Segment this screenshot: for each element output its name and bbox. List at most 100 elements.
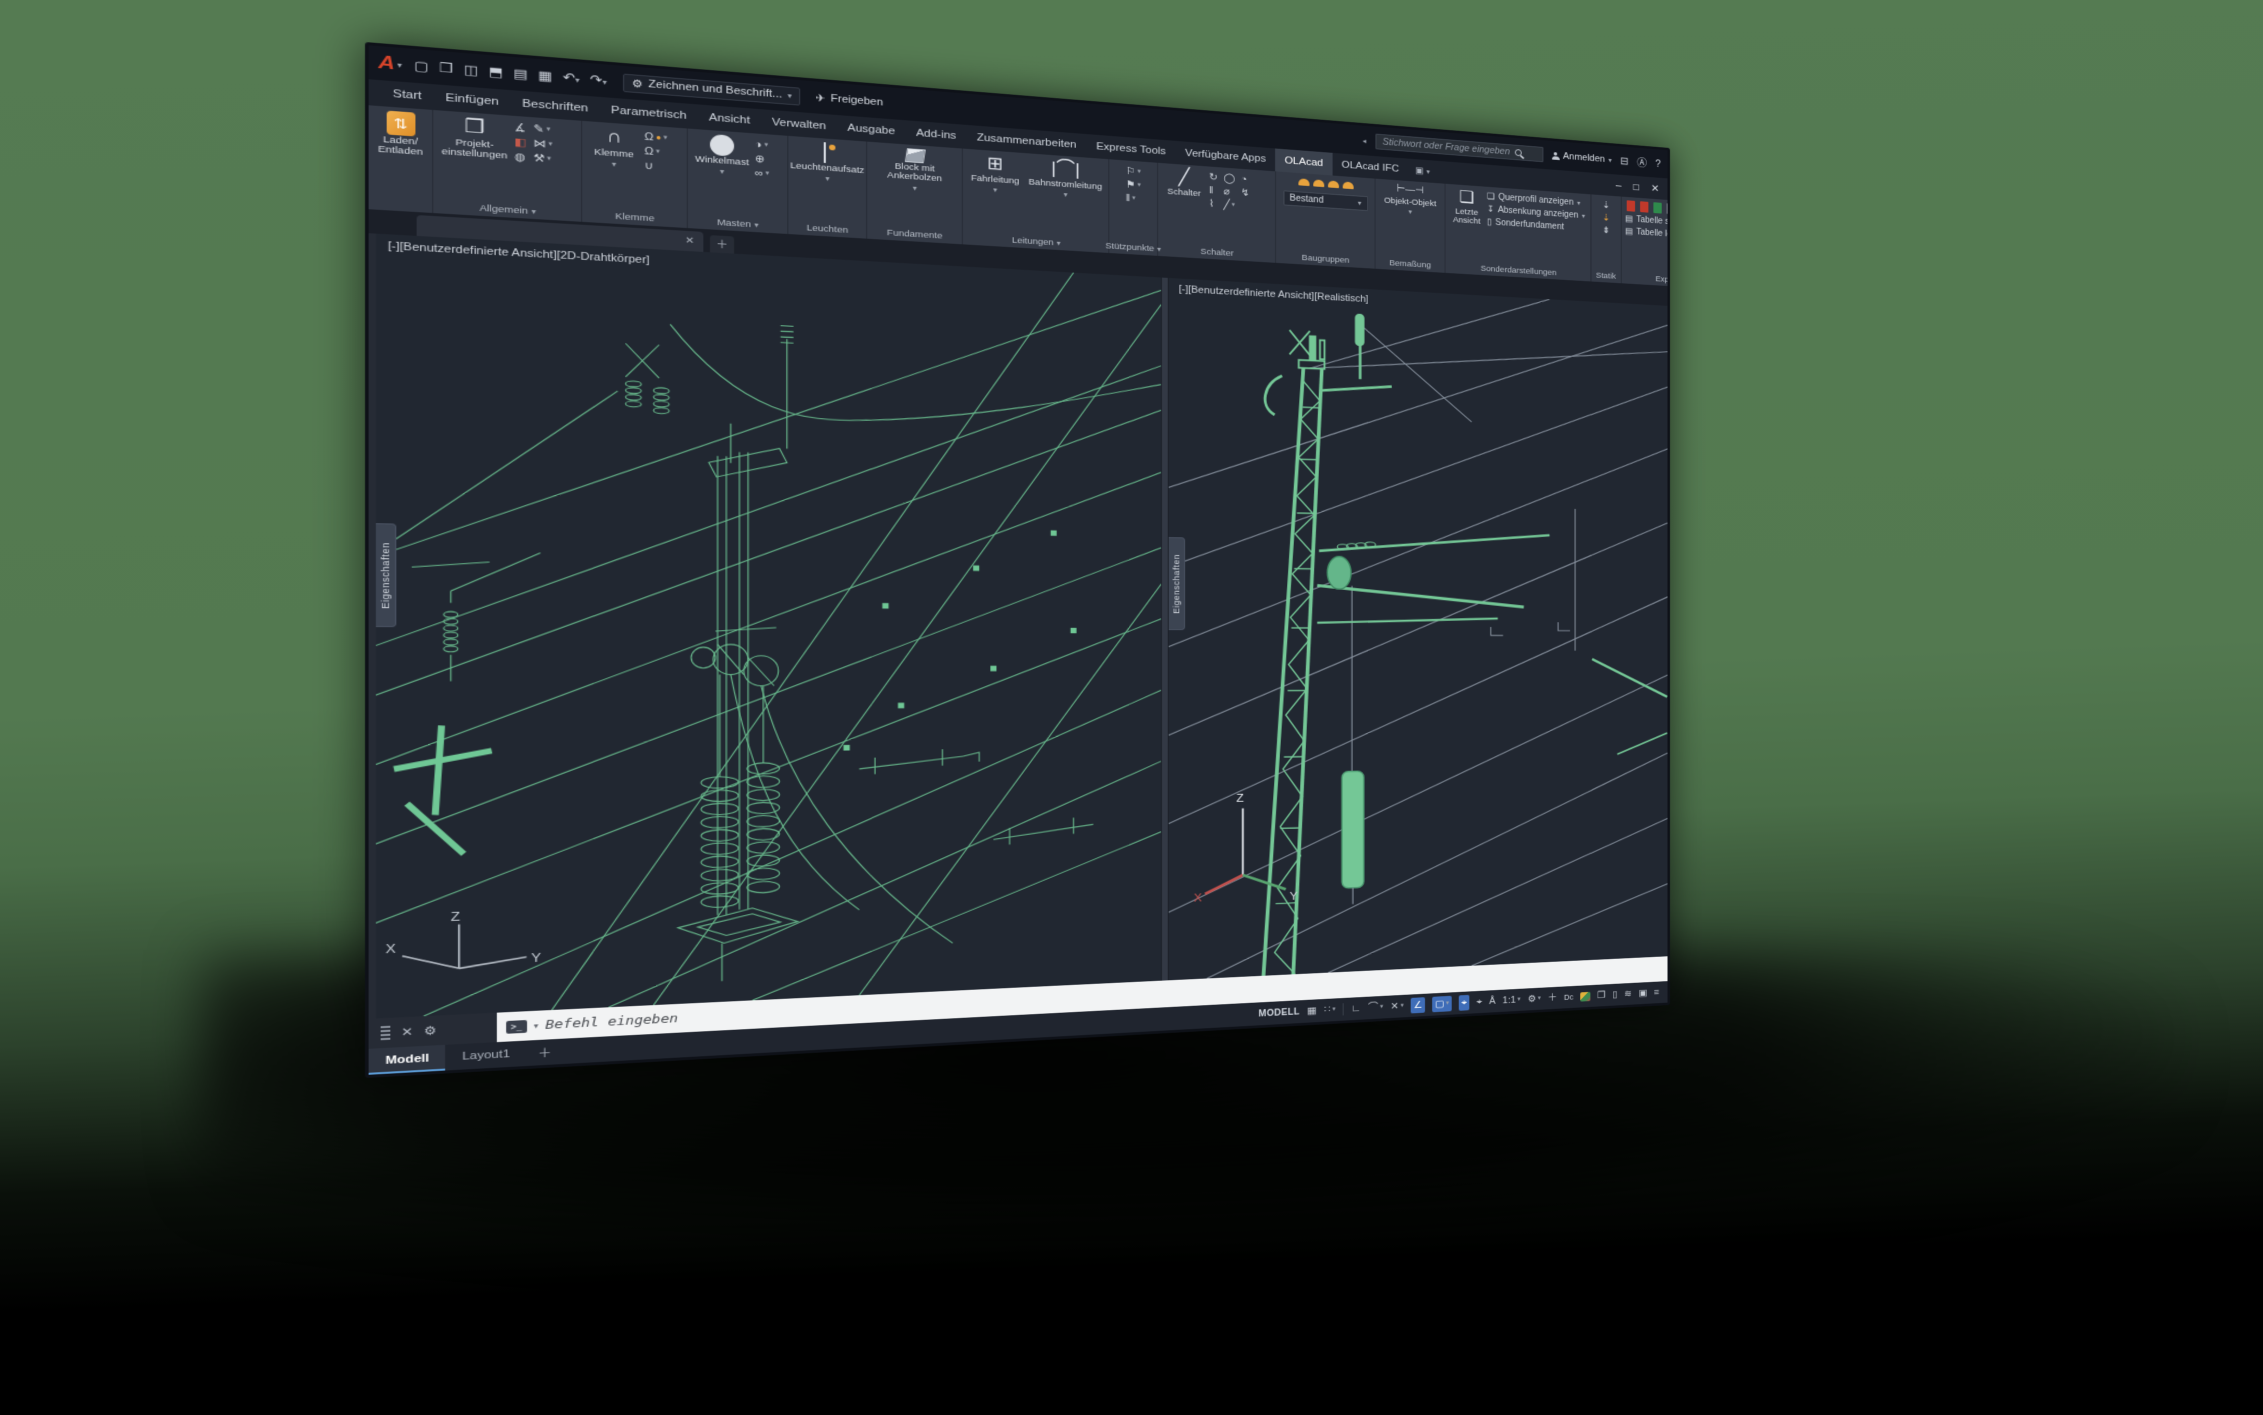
- open-file-icon[interactable]: ❒: [439, 60, 453, 77]
- maximize-icon[interactable]: □: [1633, 181, 1639, 193]
- grid-display-icon[interactable]: ▦: [1307, 1004, 1317, 1019]
- search-icon[interactable]: [1515, 149, 1522, 156]
- redo-icon[interactable]: ↷▾: [590, 72, 607, 89]
- klemme-button[interactable]: ∩ Klemme ▾: [587, 125, 641, 171]
- snap-mode-icon[interactable]: ∷▾: [1324, 1003, 1336, 1018]
- prompt-icon[interactable]: >_: [506, 1020, 526, 1034]
- workspace-gear-icon[interactable]: ⚙▾: [1528, 992, 1541, 1006]
- bahnstromleitung-button[interactable]: |⌒| Bahnstromleitung ▾: [1026, 157, 1104, 202]
- measure-tool-icon[interactable]: ∡: [514, 122, 526, 135]
- ankerbolzen-button[interactable]: Block mit Ankerbolzen ▾: [871, 146, 957, 195]
- collapse-arrow-icon[interactable]: ◂: [1362, 136, 1366, 144]
- viewport-wireframe[interactable]: [-][Benutzerdefinierte Ansicht][2D-Draht…: [376, 234, 1162, 1019]
- snap-tracking-icon[interactable]: ⌖: [1459, 995, 1470, 1011]
- isolate-objects-icon[interactable]: ❐: [1597, 989, 1605, 1003]
- undo-icon[interactable]: ↶▾: [563, 70, 580, 87]
- edit-mast-icon[interactable]: ⊕: [755, 153, 769, 165]
- ribbon-display-toggle[interactable]: ▣ ▾: [1408, 159, 1437, 184]
- filter-icon[interactable]: ≋: [1624, 987, 1632, 1001]
- close-icon[interactable]: ✕: [1651, 182, 1659, 194]
- projekteinstellungen-button[interactable]: ❒ Projekt- einstellungen: [438, 114, 511, 162]
- double-mast-icon[interactable]: ∞▾: [755, 168, 769, 180]
- half-mast-icon[interactable]: ◑▾: [755, 139, 769, 151]
- model-space-label[interactable]: MODELL: [1258, 1007, 1299, 1019]
- dynamic-input-icon[interactable]: ∠: [1411, 997, 1425, 1013]
- tab-close-icon[interactable]: ✕: [685, 236, 694, 247]
- lock-b-icon[interactable]: Ω▾: [644, 146, 667, 159]
- ortho-mode-icon[interactable]: ∟: [1351, 1001, 1361, 1015]
- viewport-divider[interactable]: [1161, 278, 1169, 981]
- circle-switch-icon[interactable]: ◯: [1223, 173, 1235, 184]
- pdf-export-icon[interactable]: [1627, 200, 1635, 211]
- eraser-tool-icon[interactable]: ◧: [514, 136, 526, 149]
- schalter-button[interactable]: ╱ Schalter: [1162, 167, 1206, 200]
- units-icon[interactable]: Dc: [1564, 990, 1573, 1004]
- u-bolt-icon[interactable]: ∪: [644, 160, 667, 173]
- help-icon[interactable]: ?: [1655, 158, 1661, 170]
- graphics-performance-icon[interactable]: [1580, 991, 1590, 1001]
- tab-modell[interactable]: Modell: [369, 1045, 446, 1075]
- fahrleitung-button[interactable]: ⊞ Fahrleitung ▾: [967, 153, 1023, 197]
- static-load-icon[interactable]: ⇣: [1602, 200, 1610, 211]
- recent-commands-caret-icon[interactable]: ▾: [534, 1021, 539, 1030]
- sign-in-button[interactable]: Anmelden ▾: [1552, 150, 1612, 165]
- new-drawing-tab-button[interactable]: ＋: [710, 235, 734, 254]
- share-button[interactable]: ✈ Freigeben: [816, 91, 884, 108]
- flag-a-icon[interactable]: ⚐▾: [1126, 166, 1141, 178]
- swap-tool-icon[interactable]: ⋈▾: [533, 138, 552, 151]
- autocad-logo-icon[interactable]: A: [378, 52, 395, 75]
- assembly-helmet-icons[interactable]: [1296, 176, 1355, 192]
- slash-switch-icon[interactable]: ╱▾: [1223, 199, 1235, 210]
- null-switch-icon[interactable]: ⌀: [1223, 186, 1235, 197]
- bolt-switch-icon[interactable]: ↯: [1241, 187, 1250, 198]
- object-snap-tracking-icon[interactable]: ⌖: [1477, 995, 1482, 1009]
- laden-entladen-button[interactable]: ⇅ Laden/ Entladen: [373, 110, 427, 159]
- dim-bracket-icon[interactable]: ⊢—⊣: [1397, 184, 1424, 196]
- viewport-realistic[interactable]: [-][Benutzerdefinierte Ansicht][Realisti…: [1169, 278, 1667, 980]
- app-menu-caret-icon[interactable]: ▾: [397, 60, 402, 69]
- hook-switch-icon[interactable]: ⌇: [1209, 198, 1218, 209]
- minimize-icon[interactable]: –: [1616, 179, 1622, 191]
- new-file-icon[interactable]: ▢: [414, 58, 429, 75]
- save-as-icon[interactable]: ⬒: [489, 64, 503, 81]
- leuchtenaufsatz-button[interactable]: Leuchtenaufsatz ▾: [793, 140, 862, 186]
- properties-palette-tab[interactable]: Eigenschaften: [376, 523, 396, 627]
- posts-icon[interactable]: ‖▾: [1126, 193, 1141, 205]
- clean-screen-icon[interactable]: ▯: [1612, 988, 1617, 1002]
- polar-tracking-icon[interactable]: ⌒▾: [1368, 1000, 1383, 1015]
- customize-gear-icon[interactable]: ⚙: [424, 1023, 437, 1038]
- object-snap-icon[interactable]: ▢▾: [1432, 996, 1451, 1012]
- bestand-dropdown[interactable]: Bestand ▾: [1283, 190, 1368, 211]
- fullscreen-icon[interactable]: ▣: [1639, 986, 1648, 1000]
- 3d-osnap-icon[interactable]: Å: [1489, 994, 1495, 1008]
- letzte-ansicht-button[interactable]: ❏ Letzte Ansicht: [1449, 187, 1484, 227]
- stamp-tool-icon[interactable]: ✎▾: [533, 123, 552, 136]
- doc-export-icon[interactable]: [1667, 203, 1668, 214]
- autodesk-icon[interactable]: Ⓐ: [1637, 155, 1647, 170]
- static-sum-icon[interactable]: ⇟: [1602, 225, 1610, 236]
- annotation-scale[interactable]: 1:1▾: [1503, 993, 1521, 1008]
- drag-handle-icon[interactable]: [381, 1026, 391, 1040]
- static-temp-icon[interactable]: ⇣: [1602, 213, 1610, 224]
- flag-b-icon[interactable]: ⚑▾: [1126, 179, 1141, 191]
- objekt-objekt-button[interactable]: Objekt-Objekt ▾: [1379, 196, 1441, 218]
- properties-palette-tab[interactable]: Eigenschaften: [1169, 537, 1185, 630]
- print-icon[interactable]: ▦: [538, 68, 552, 85]
- rotate-switch-icon[interactable]: ↻: [1209, 172, 1218, 183]
- winkelmast-button[interactable]: Winkelmast ▾: [692, 133, 751, 179]
- tab-start[interactable]: Start: [381, 80, 434, 110]
- globe-tool-icon[interactable]: ◍: [514, 151, 526, 164]
- repair-tool-icon[interactable]: ⚒▾: [533, 152, 552, 165]
- xls-export-icon[interactable]: [1653, 202, 1661, 213]
- pdf-import-icon[interactable]: [1640, 201, 1648, 212]
- annotation-monitor-icon[interactable]: ＋: [1548, 991, 1557, 1005]
- posts-switch-icon[interactable]: ‖: [1209, 185, 1218, 196]
- tabelle-lesen-button[interactable]: ▤ Tabelle lesen▾: [1625, 227, 1668, 241]
- save-icon[interactable]: ◫: [464, 62, 478, 79]
- plot-icon[interactable]: ▤: [513, 66, 527, 83]
- customization-menu-icon[interactable]: ≡: [1654, 986, 1659, 1000]
- app-store-cart-icon[interactable]: ⊟: [1620, 155, 1628, 167]
- new-layout-button[interactable]: ＋: [526, 1039, 563, 1066]
- half-switch-icon[interactable]: ◔: [1241, 174, 1250, 185]
- close-command-icon[interactable]: ✕: [401, 1025, 413, 1040]
